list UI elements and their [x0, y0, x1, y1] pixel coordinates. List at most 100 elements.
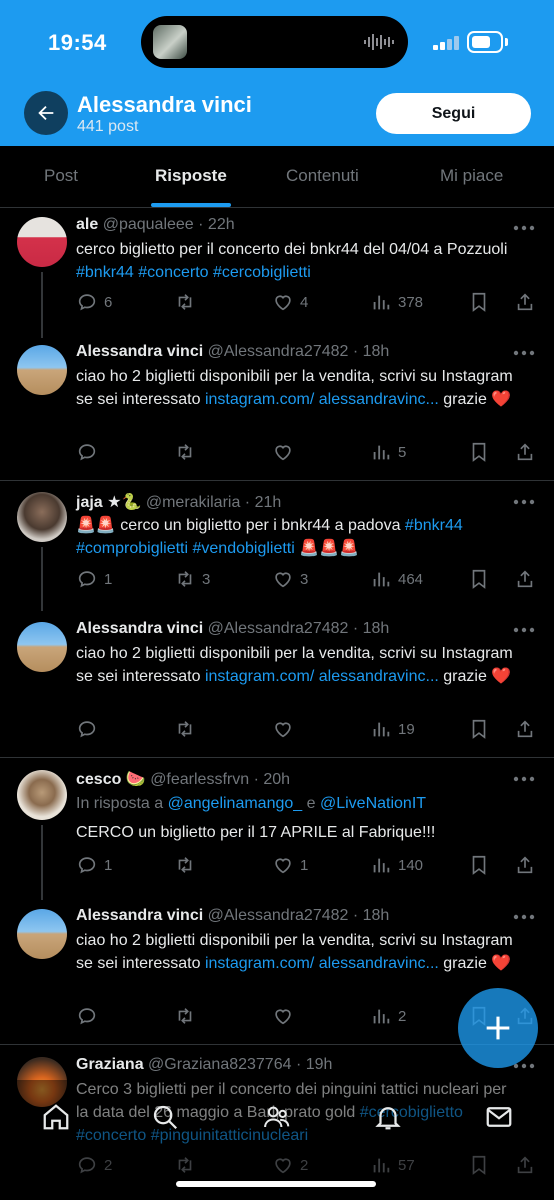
views-button[interactable]: 5 — [370, 439, 406, 465]
author-handle[interactable]: @Graziana8237764 — [148, 1056, 291, 1073]
reply-button[interactable] — [76, 716, 104, 742]
more-icon[interactable] — [512, 224, 536, 232]
bookmark-button[interactable] — [468, 439, 490, 465]
repost-icon — [178, 294, 192, 310]
tab-posts[interactable]: Post — [44, 166, 78, 186]
repost-button[interactable] — [174, 1003, 202, 1029]
more-icon[interactable] — [512, 498, 536, 506]
thread-line — [41, 272, 43, 338]
author-handle[interactable]: @Alessandra27482 — [208, 620, 349, 637]
tab-media[interactable]: Contenuti — [286, 166, 359, 186]
like-button[interactable] — [272, 439, 300, 465]
share-button[interactable] — [514, 289, 536, 315]
share-button[interactable] — [514, 852, 536, 878]
avatar[interactable] — [17, 345, 67, 395]
share-icon — [517, 720, 533, 738]
views-button[interactable]: 2 — [370, 1003, 406, 1029]
battery-tip — [505, 38, 508, 46]
mail-icon[interactable] — [484, 1102, 514, 1132]
author-name[interactable]: Alessandra vinci — [76, 620, 203, 637]
communities-icon[interactable] — [262, 1102, 292, 1132]
reply-icon — [78, 294, 96, 311]
views-button[interactable]: 140 — [370, 852, 423, 878]
heart-icon — [275, 572, 291, 588]
repost-button[interactable] — [174, 289, 202, 315]
more-icon[interactable] — [512, 626, 536, 634]
search-icon[interactable] — [150, 1102, 180, 1132]
more-icon[interactable] — [512, 775, 536, 783]
author-handle[interactable]: @Alessandra27482 — [208, 907, 349, 924]
mention-link[interactable]: @angelinamango_ — [168, 795, 303, 812]
post-actions: 1 3 3 464 — [76, 566, 546, 592]
reply-button[interactable]: 1 — [76, 852, 112, 878]
reply-icon — [78, 721, 96, 738]
bookmark-button[interactable] — [468, 852, 490, 878]
reply-button[interactable] — [76, 439, 104, 465]
like-button[interactable]: 1 — [272, 852, 308, 878]
share-button[interactable] — [514, 566, 536, 592]
tab-replies[interactable]: Risposte — [155, 166, 227, 186]
reply-button[interactable]: 6 — [76, 289, 112, 315]
more-icon[interactable] — [512, 913, 536, 921]
repost-button[interactable] — [174, 716, 202, 742]
plus-icon — [486, 1016, 510, 1040]
author-name[interactable]: Graziana — [76, 1056, 144, 1073]
share-icon — [517, 856, 533, 874]
bookmark-button[interactable] — [468, 716, 490, 742]
like-button[interactable]: 3 — [272, 566, 308, 592]
views-button[interactable]: 19 — [370, 716, 415, 742]
instagram-link[interactable]: instagram.com/ alessandravinc... — [205, 391, 439, 408]
like-button[interactable] — [272, 716, 300, 742]
author-handle[interactable]: @merakilaria — [146, 494, 240, 511]
home-indicator[interactable] — [176, 1181, 376, 1187]
share-button[interactable] — [514, 439, 536, 465]
reply-button[interactable] — [76, 1003, 104, 1029]
mention-link[interactable]: @LiveNationIT — [320, 795, 426, 812]
like-button[interactable] — [272, 1003, 300, 1029]
views-button[interactable]: 464 — [370, 566, 423, 592]
author-name[interactable]: jaja ★🐍 — [76, 494, 141, 511]
author-handle[interactable]: @paqualeee — [103, 216, 194, 233]
follow-button[interactable]: Segui — [376, 93, 531, 134]
author-name[interactable]: cesco 🍉 — [76, 771, 146, 788]
bell-icon[interactable] — [373, 1102, 403, 1132]
avatar[interactable] — [17, 770, 67, 820]
tab-likes[interactable]: Mi piace — [440, 166, 503, 186]
home-icon[interactable] — [41, 1102, 71, 1132]
more-icon[interactable] — [512, 349, 536, 357]
compose-button[interactable] — [458, 988, 538, 1068]
repost-button[interactable] — [174, 439, 202, 465]
author-name[interactable]: Alessandra vinci — [76, 343, 203, 360]
avatar[interactable] — [17, 492, 67, 542]
reply-icon — [78, 444, 96, 461]
post-time: · 18h — [352, 907, 390, 924]
like-button[interactable]: 4 — [272, 289, 308, 315]
avatar[interactable] — [17, 217, 67, 267]
instagram-link[interactable]: instagram.com/ alessandravinc... — [205, 668, 439, 685]
repost-icon — [178, 571, 192, 587]
author-name[interactable]: ale — [76, 216, 98, 233]
avatar[interactable] — [17, 909, 67, 959]
share-button[interactable] — [514, 716, 536, 742]
views-icon — [373, 295, 390, 310]
audio-wave-icon — [364, 34, 394, 50]
views-icon — [373, 858, 390, 873]
heart-icon — [275, 445, 291, 461]
views-button[interactable]: 378 — [370, 289, 423, 315]
bookmark-button[interactable] — [468, 289, 490, 315]
dynamic-island[interactable] — [141, 16, 408, 68]
repost-button[interactable]: 3 — [174, 566, 210, 592]
views-icon — [373, 572, 390, 587]
hashtags[interactable]: #bnkr44 #concerto #cercobiglietti — [76, 264, 311, 281]
avatar[interactable] — [17, 622, 67, 672]
instagram-link[interactable]: instagram.com/ alessandravinc... — [205, 955, 439, 972]
author-handle[interactable]: @fearlessfrvn — [150, 771, 249, 788]
author-handle[interactable]: @Alessandra27482 — [208, 343, 349, 360]
active-tab-indicator — [151, 203, 231, 207]
back-button[interactable] — [24, 91, 68, 135]
bookmark-button[interactable] — [468, 566, 490, 592]
reply-button[interactable]: 1 — [76, 566, 112, 592]
post-count: 441 post — [77, 118, 139, 135]
author-name[interactable]: Alessandra vinci — [76, 907, 203, 924]
repost-button[interactable] — [174, 852, 202, 878]
